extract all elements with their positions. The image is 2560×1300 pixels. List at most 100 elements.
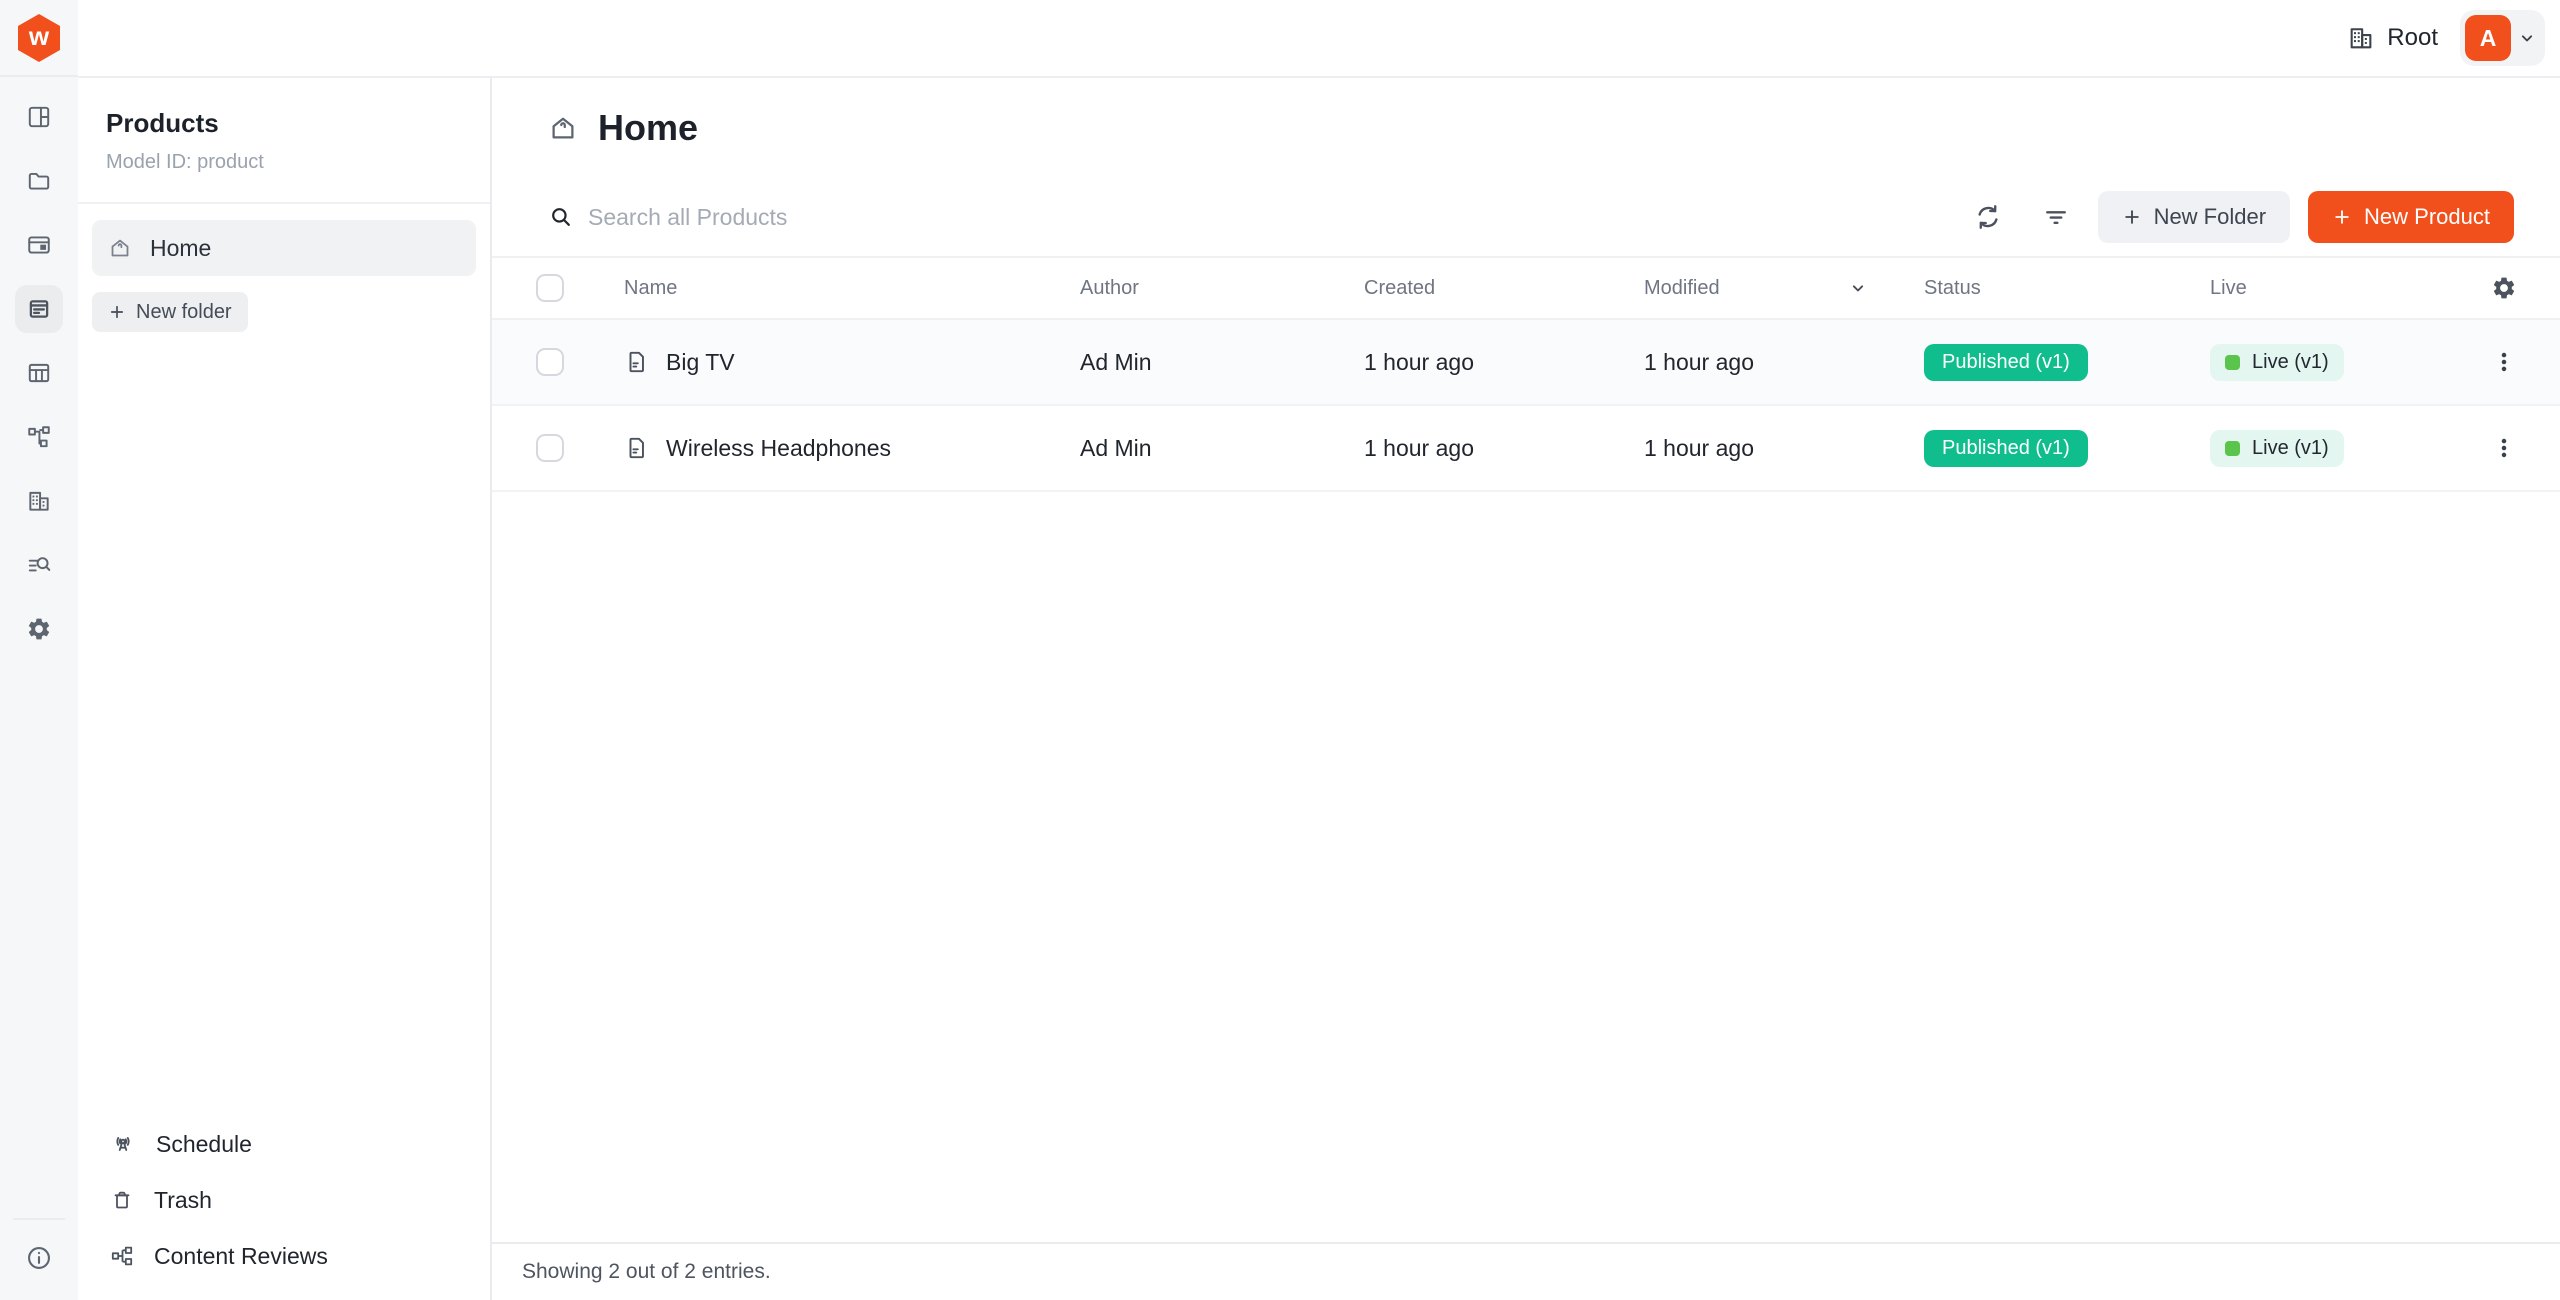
new-product-button[interactable]: New Product: [2308, 191, 2514, 243]
app-window: w: [0, 0, 2560, 1300]
column-header-status[interactable]: Status: [1924, 277, 2210, 300]
logo-letter: w: [16, 13, 62, 63]
entry-name: Wireless Headphones: [666, 435, 891, 462]
rail-nav: [15, 77, 63, 653]
refresh-icon[interactable]: [1966, 195, 2010, 239]
main-spacer: [492, 492, 2560, 1242]
entry-status-cell: Published (v1): [1924, 344, 2210, 381]
table-row[interactable]: Big TV Ad Min 1 hour ago 1 hour ago Publ…: [492, 320, 2560, 406]
sidebar-spacer: [78, 332, 490, 1116]
body-row: Products Model ID: product Home New fold…: [78, 78, 2560, 1300]
row-checkbox[interactable]: [536, 434, 564, 462]
entry-modified: 1 hour ago: [1644, 349, 1924, 376]
new-folder-button-label: New Folder: [2154, 204, 2266, 230]
search-input[interactable]: [588, 204, 1488, 231]
sidebar-new-folder-label: New folder: [136, 301, 232, 324]
new-folder-button[interactable]: New Folder: [2098, 191, 2290, 243]
new-product-button-label: New Product: [2364, 204, 2490, 230]
account-menu[interactable]: A: [2460, 10, 2545, 66]
live-badge: Live (v1): [2210, 430, 2344, 467]
entry-author: Ad Min: [1080, 349, 1364, 376]
live-badge: Live (v1): [2210, 344, 2344, 381]
sidebar-item-schedule[interactable]: Schedule: [100, 1116, 490, 1172]
settings-gear-icon[interactable]: [15, 605, 63, 653]
entry-status-cell: Published (v1): [1924, 430, 2210, 467]
sidebar-item-content-reviews[interactable]: Content Reviews: [100, 1228, 490, 1284]
plus-icon: [2122, 207, 2142, 227]
table-footer: Showing 2 out of 2 entries.: [492, 1242, 2560, 1300]
right-column: Root A Products Model ID: product: [78, 0, 2560, 1300]
home-icon: [108, 236, 132, 260]
filter-icon[interactable]: [2034, 195, 2078, 239]
row-checkbox[interactable]: [536, 348, 564, 376]
plus-icon: [108, 303, 126, 321]
sidebar-home-label: Home: [150, 235, 211, 262]
entry-name-cell[interactable]: Big TV: [624, 349, 1080, 376]
live-dot-icon: [2225, 355, 2240, 370]
home-icon: [548, 113, 578, 143]
page-title: Home: [598, 107, 698, 149]
logo-container: w: [0, 0, 78, 77]
row-kebab-menu-icon[interactable]: [2485, 429, 2523, 467]
live-badge-label: Live (v1): [2252, 351, 2329, 374]
sidebar-schedule-label: Schedule: [156, 1131, 252, 1158]
sidebar-item-home[interactable]: Home: [92, 220, 476, 276]
column-header-modified[interactable]: Modified: [1644, 277, 1924, 300]
column-header-created[interactable]: Created: [1364, 277, 1644, 300]
search-container: [548, 204, 1966, 231]
folder-icon[interactable]: [15, 157, 63, 205]
row-kebab-menu-icon[interactable]: [2485, 343, 2523, 381]
broadcast-icon: [110, 1131, 136, 1157]
plus-icon: [2332, 207, 2352, 227]
entry-created: 1 hour ago: [1364, 435, 1644, 462]
page-builder-icon[interactable]: [15, 221, 63, 269]
entries-count-label: Showing 2 out of 2 entries.: [522, 1260, 771, 1284]
webiny-logo[interactable]: w: [16, 13, 62, 63]
status-badge: Published (v1): [1924, 430, 2088, 467]
table-row[interactable]: Wireless Headphones Ad Min 1 hour ago 1 …: [492, 406, 2560, 492]
rail-bottom: [13, 1218, 65, 1300]
column-header-name[interactable]: Name: [624, 277, 1080, 300]
search-icon: [548, 204, 574, 230]
table-header: Name Author Created Modified Status Live: [492, 258, 2560, 320]
live-dot-icon: [2225, 441, 2240, 456]
document-icon: [624, 349, 650, 375]
entry-live-cell: Live (v1): [2210, 344, 2472, 381]
sidebar-item-trash[interactable]: Trash: [100, 1172, 490, 1228]
workspace-selector[interactable]: Root: [2347, 24, 2438, 52]
document-icon: [624, 435, 650, 461]
toolbar: New Folder New Product: [492, 178, 2560, 258]
entry-author: Ad Min: [1080, 435, 1364, 462]
sidebar-trash-label: Trash: [154, 1187, 212, 1214]
column-header-live[interactable]: Live: [2210, 277, 2472, 300]
entry-name: Big TV: [666, 349, 735, 376]
sidebar-new-folder-button[interactable]: New folder: [92, 292, 248, 332]
table-settings-gear-icon[interactable]: [2491, 275, 2517, 301]
tenant-building-icon: [2347, 24, 2375, 52]
entry-created: 1 hour ago: [1364, 349, 1644, 376]
dashboard-columns-icon[interactable]: [15, 93, 63, 141]
main-content: Home: [492, 78, 2560, 1300]
entry-modified: 1 hour ago: [1644, 435, 1924, 462]
column-header-modified-label: Modified: [1644, 277, 1720, 300]
table-body: Big TV Ad Min 1 hour ago 1 hour ago Publ…: [492, 320, 2560, 492]
model-sidebar: Products Model ID: product Home New fold…: [78, 78, 492, 1300]
hierarchy-icon[interactable]: [15, 413, 63, 461]
top-bar: Root A: [78, 0, 2560, 78]
live-badge-label: Live (v1): [2252, 437, 2329, 460]
sidebar-header: Products Model ID: product: [78, 78, 490, 204]
tenants-building-icon[interactable]: [15, 477, 63, 525]
column-header-author[interactable]: Author: [1080, 277, 1364, 300]
sort-chevron-down-icon[interactable]: [1848, 278, 1868, 298]
audit-logs-icon[interactable]: [15, 541, 63, 589]
icon-rail: w: [0, 0, 78, 1300]
select-all-checkbox[interactable]: [536, 274, 564, 302]
table-grid-icon[interactable]: [15, 349, 63, 397]
headless-cms-icon[interactable]: [15, 285, 63, 333]
page-header: Home: [492, 78, 2560, 178]
workspace-label: Root: [2387, 24, 2438, 52]
entry-name-cell[interactable]: Wireless Headphones: [624, 435, 1080, 462]
info-icon[interactable]: [15, 1234, 63, 1282]
model-id-label: Model ID: product: [106, 151, 462, 174]
sidebar-footer: Schedule Trash Content Reviews: [78, 1116, 490, 1300]
